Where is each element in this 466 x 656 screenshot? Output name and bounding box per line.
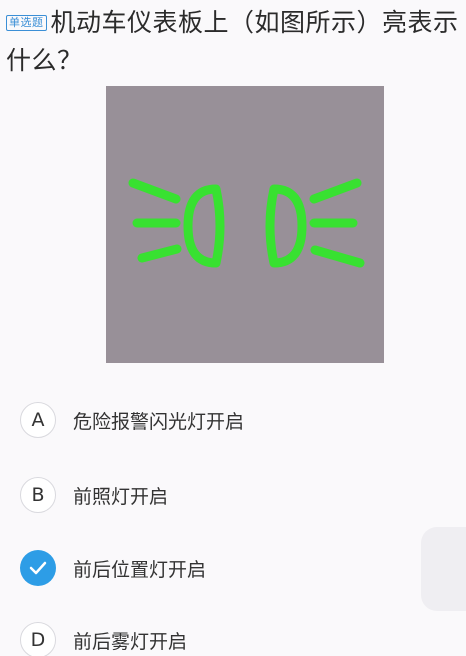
option-text-b: 前照灯开启 [73,485,169,508]
floating-side-button[interactable] [421,527,466,611]
question-type-badge: 单选题 [6,15,47,31]
question-image [106,86,384,363]
question-text: 机动车仪表板上（如图所示）亮表示什么？ [6,8,459,75]
question-stem: 单选题 机动车仪表板上（如图所示）亮表示什么？ [6,4,461,80]
question-page: 单选题 机动车仪表板上（如图所示）亮表示什么？ A 危险报警闪光灯开启 B 前照… [0,0,466,656]
option-b[interactable]: B 前照灯开启 [20,476,440,514]
front-position-lamp-icon [128,178,365,268]
option-d[interactable]: D 前后雾灯开启 [20,621,440,656]
option-letter-b: B [20,477,56,513]
option-a[interactable]: A 危险报警闪光灯开启 [20,401,440,439]
check-icon [20,550,56,586]
option-text-d: 前后雾灯开启 [73,630,188,653]
option-c[interactable]: 前后位置灯开启 [20,549,440,587]
option-text-c: 前后位置灯开启 [73,558,207,581]
option-letter-d: D [20,622,56,656]
option-letter-a: A [20,402,56,438]
option-text-a: 危险报警闪光灯开启 [73,410,245,433]
